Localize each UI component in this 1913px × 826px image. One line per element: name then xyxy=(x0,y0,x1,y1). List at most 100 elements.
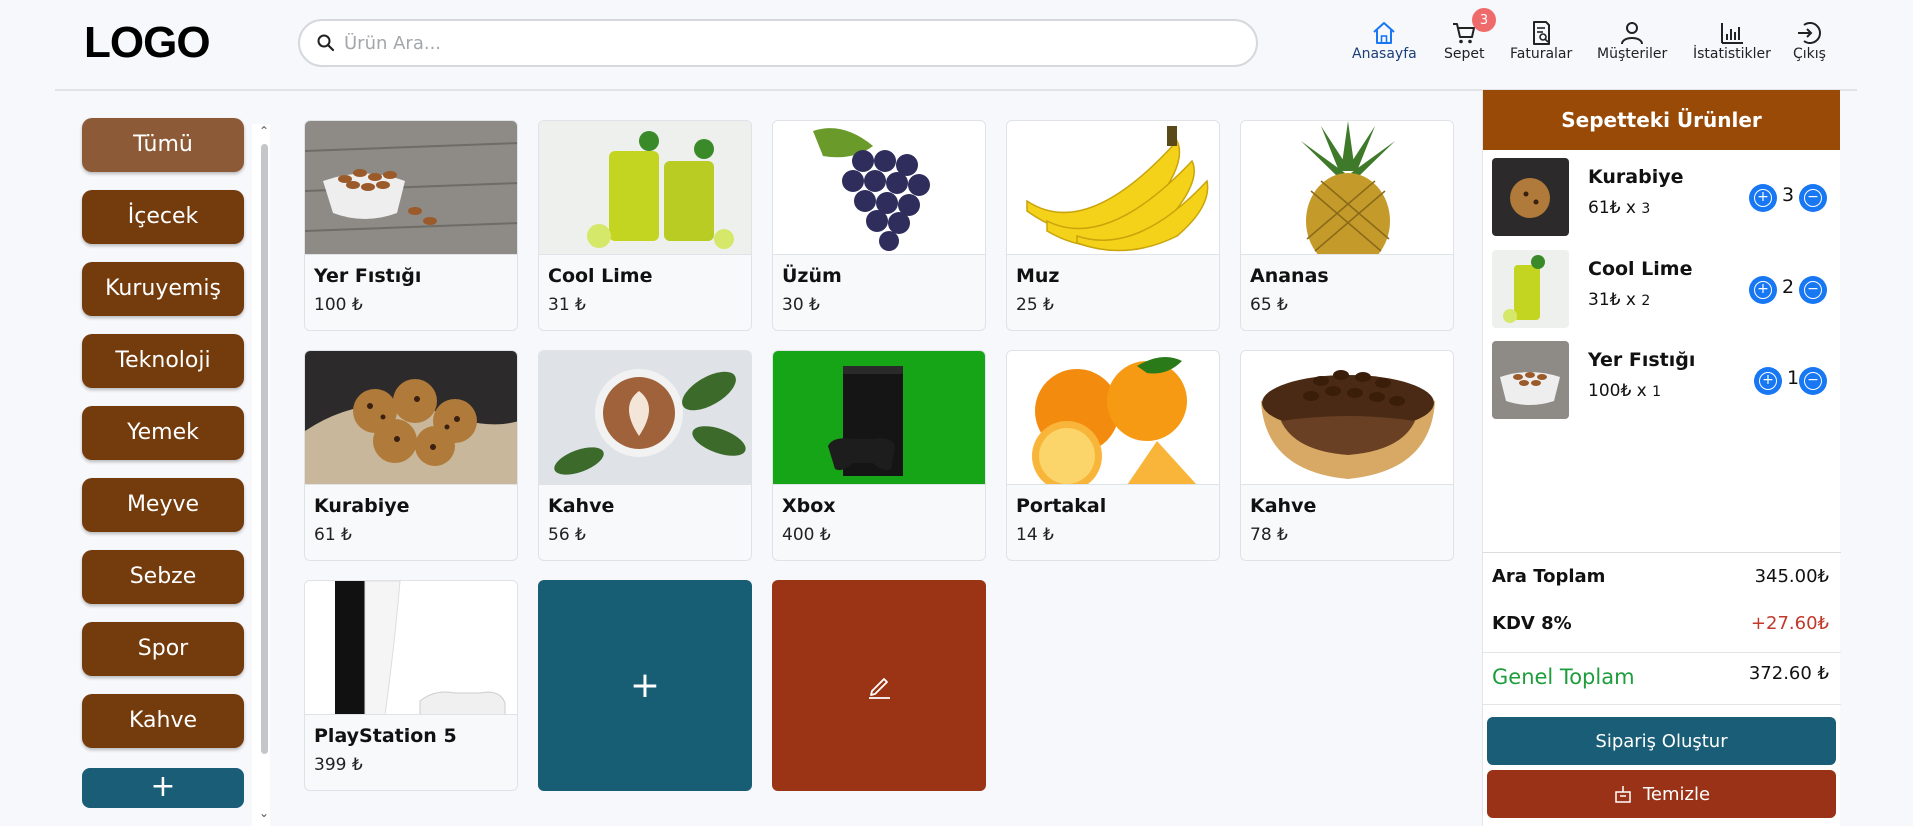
clear-cart-button[interactable]: Temizle xyxy=(1487,770,1836,818)
product-name: Portakal xyxy=(1016,495,1107,517)
category-sport[interactable]: Spor xyxy=(82,622,244,676)
product-image-playstation xyxy=(305,581,517,715)
category-sidebar: Tümü İçecek Kuruyemiş Teknoloji Yemek Me… xyxy=(82,118,244,766)
user-icon xyxy=(1621,22,1644,45)
home-icon xyxy=(1373,22,1396,44)
minus-circle-icon: − xyxy=(1804,189,1822,207)
category-fruit[interactable]: Meyve xyxy=(82,478,244,532)
sidebar-scroll-thumb[interactable] xyxy=(261,144,268,754)
cart-item-price-qty: 31₺ x 2 xyxy=(1588,290,1651,310)
nav-statistics[interactable]: İstatistikler xyxy=(1693,20,1771,62)
category-coffee[interactable]: Kahve xyxy=(82,694,244,748)
product-image-peanuts xyxy=(305,121,517,255)
create-order-button[interactable]: Sipariş Oluştur xyxy=(1487,717,1836,765)
increase-qty-button[interactable]: + xyxy=(1749,276,1777,304)
product-name: Kahve xyxy=(1250,495,1317,517)
logo[interactable]: LOGO xyxy=(84,18,211,68)
decrease-qty-button[interactable]: − xyxy=(1799,276,1827,304)
product-name: Ananas xyxy=(1250,265,1329,287)
cart-item-count: 1 xyxy=(1787,367,1800,389)
category-nuts[interactable]: Kuruyemiş xyxy=(82,262,244,316)
product-card[interactable]: Üzüm 30 ₺ xyxy=(772,120,986,331)
decrease-qty-button[interactable]: − xyxy=(1799,367,1827,395)
cart-panel: Sepetteki Ürünler Kurabiye 61₺ x 3 + 3 −… xyxy=(1482,90,1841,826)
scroll-up-arrow[interactable]: ⌃ xyxy=(259,124,269,138)
cart-item-name: Yer Fıstığı xyxy=(1588,349,1696,371)
increase-qty-button[interactable]: + xyxy=(1754,367,1782,395)
category-food[interactable]: Yemek xyxy=(82,406,244,460)
subtotal-value: 345.00₺ xyxy=(1754,566,1829,587)
nav-logout-label: Çıkış xyxy=(1793,46,1826,62)
product-card[interactable]: PlayStation 5 399 ₺ xyxy=(304,580,518,791)
category-drinks[interactable]: İçecek xyxy=(82,190,244,244)
nav-home[interactable]: Anasayfa xyxy=(1352,20,1417,62)
category-all[interactable]: Tümü xyxy=(82,118,244,172)
nav-logout[interactable]: Çıkış xyxy=(1793,20,1826,62)
edit-pencil-icon xyxy=(869,677,890,699)
cart-item-name: Cool Lime xyxy=(1588,258,1693,280)
cart-item-count: 3 xyxy=(1782,184,1795,206)
search-icon xyxy=(317,34,335,52)
bar-chart-icon xyxy=(1720,23,1743,44)
broom-icon xyxy=(1615,786,1631,803)
product-card[interactable]: Xbox 400 ₺ xyxy=(772,350,986,561)
product-image-coffee-beans xyxy=(1241,351,1453,485)
total-row: Genel Toplam 372.60 ₺ xyxy=(1483,652,1841,706)
category-technology[interactable]: Teknoloji xyxy=(82,334,244,388)
invoice-icon xyxy=(1533,21,1551,45)
product-card[interactable]: Yer Fıstığı 100 ₺ xyxy=(304,120,518,331)
product-price: 65 ₺ xyxy=(1250,295,1288,315)
plus-circle-icon: + xyxy=(1754,281,1772,299)
tax-label: KDV 8% xyxy=(1492,613,1572,634)
cart-item-price-qty: 61₺ x 3 xyxy=(1588,198,1651,218)
product-price: 25 ₺ xyxy=(1016,295,1054,315)
cart-item-thumbnail xyxy=(1492,250,1569,328)
increase-qty-button[interactable]: + xyxy=(1749,184,1777,212)
nav-cart-label: Sepet xyxy=(1444,46,1485,62)
product-name: Kurabiye xyxy=(314,495,410,517)
product-card[interactable]: Kahve 78 ₺ xyxy=(1240,350,1454,561)
nav-customers[interactable]: Müşteriler xyxy=(1597,20,1667,62)
add-category-button[interactable]: + xyxy=(82,768,244,808)
product-name: Üzüm xyxy=(782,265,842,287)
cart-item-name: Kurabiye xyxy=(1588,166,1684,188)
product-name: Kahve xyxy=(548,495,615,517)
logout-icon xyxy=(1798,22,1822,44)
edit-products-button[interactable] xyxy=(772,580,986,791)
scroll-down-arrow[interactable]: ⌄ xyxy=(259,806,269,820)
product-image-pineapple xyxy=(1241,121,1453,255)
product-card[interactable]: Kahve 56 ₺ xyxy=(538,350,752,561)
cart-item-price-qty: 100₺ x 1 xyxy=(1588,381,1662,401)
cart-item-count: 2 xyxy=(1782,276,1795,298)
nav-invoices[interactable]: Faturalar xyxy=(1510,20,1572,62)
plus-circle-icon: + xyxy=(1759,372,1777,390)
tax-row: KDV 8% +27.60₺ xyxy=(1483,600,1841,648)
tax-value: +27.60₺ xyxy=(1750,613,1829,634)
decrease-qty-button[interactable]: − xyxy=(1799,184,1827,212)
product-card[interactable]: Ananas 65 ₺ xyxy=(1240,120,1454,331)
search-input[interactable] xyxy=(344,32,1224,54)
product-price: 14 ₺ xyxy=(1016,525,1054,545)
product-image-coffee-latte xyxy=(539,351,751,485)
cart-item: Cool Lime 31₺ x 2 + 2 − xyxy=(1492,250,1832,330)
product-price: 399 ₺ xyxy=(314,755,363,775)
category-vegetable[interactable]: Sebze xyxy=(82,550,244,604)
nav-cart[interactable]: Sepet 3 xyxy=(1444,8,1496,62)
total-label: Genel Toplam xyxy=(1492,665,1635,689)
nav-invoices-label: Faturalar xyxy=(1510,46,1573,62)
product-price: 400 ₺ xyxy=(782,525,831,545)
product-card[interactable]: Muz 25 ₺ xyxy=(1006,120,1220,331)
top-header: LOGO Anasayfa Sepet 3 Faturalar Müşteril… xyxy=(0,0,1913,90)
product-name: Yer Fıstığı xyxy=(314,265,422,287)
product-price: 31 ₺ xyxy=(548,295,586,315)
product-card[interactable]: Cool Lime 31 ₺ xyxy=(538,120,752,331)
product-name: PlayStation 5 xyxy=(314,725,457,747)
add-product-button[interactable]: + xyxy=(538,580,752,791)
nav-statistics-label: İstatistikler xyxy=(1693,46,1771,62)
product-card[interactable]: Kurabiye 61 ₺ xyxy=(304,350,518,561)
product-price: 30 ₺ xyxy=(782,295,820,315)
product-card[interactable]: Portakal 14 ₺ xyxy=(1006,350,1220,561)
minus-circle-icon: − xyxy=(1804,281,1822,299)
search-bar[interactable] xyxy=(298,19,1258,67)
product-price: 78 ₺ xyxy=(1250,525,1288,545)
